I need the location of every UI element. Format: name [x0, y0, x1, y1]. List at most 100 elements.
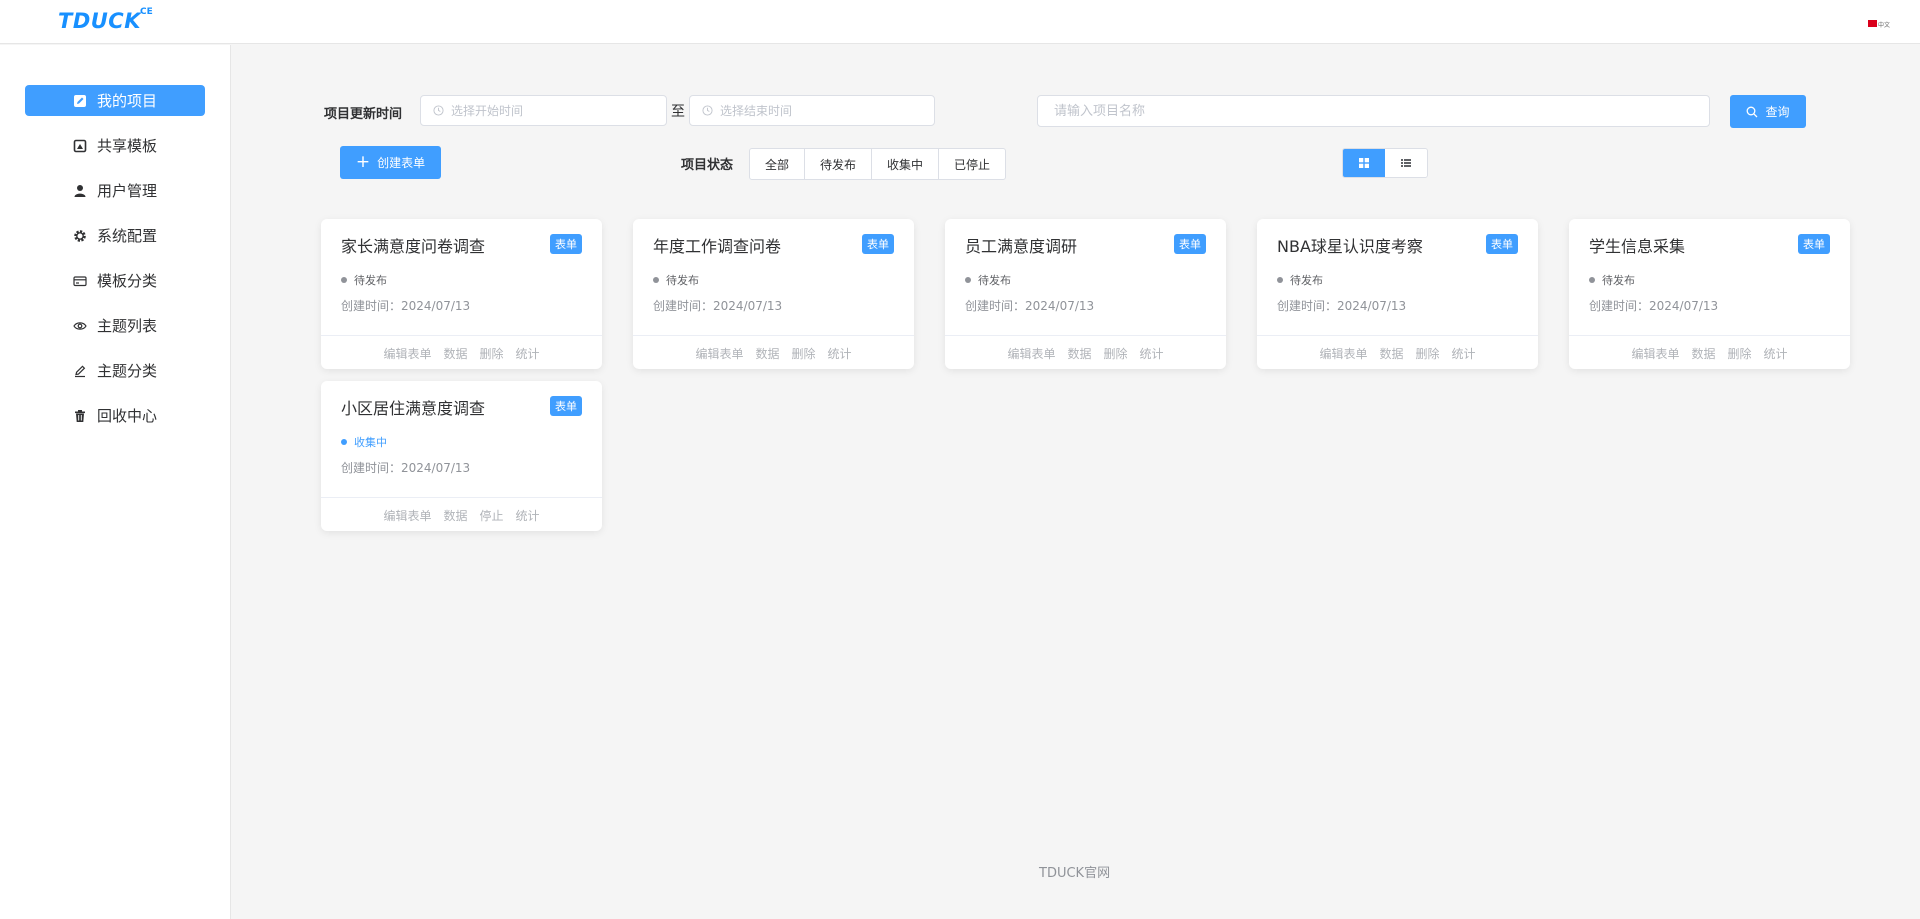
- card-divider: [1257, 335, 1538, 336]
- list-icon: [1401, 159, 1411, 167]
- sidebar-item-user-management[interactable]: 用户管理: [25, 175, 205, 206]
- query-button[interactable]: 查询: [1730, 95, 1806, 128]
- status-filter-pending[interactable]: 待发布: [805, 149, 872, 179]
- card-title[interactable]: 小区居住满意度调查: [341, 395, 485, 419]
- card-title[interactable]: 家长满意度问卷调查: [341, 233, 485, 257]
- edit-form-action[interactable]: 编辑表单: [383, 507, 431, 524]
- pen-icon: [73, 363, 88, 378]
- stop-action[interactable]: 停止: [480, 507, 504, 524]
- card-status: 收集中: [341, 434, 387, 450]
- sidebar-item-label: 主题分类: [96, 362, 157, 380]
- card-actions: 编辑表单 数据 删除 统计: [1257, 345, 1538, 362]
- data-action[interactable]: 数据: [1067, 345, 1091, 362]
- card-status: 待发布: [1277, 272, 1323, 288]
- project-card[interactable]: 小区居住满意度调查 表单 收集中 创建时间：2024/07/13 编辑表单 数据…: [321, 381, 602, 531]
- edit-icon: [73, 93, 88, 108]
- edit-form-action[interactable]: 编辑表单: [695, 345, 743, 362]
- card-created-date: 创建时间：2024/07/13: [1589, 299, 1719, 313]
- card-status-text: 待发布: [978, 274, 1011, 287]
- project-name-search-input[interactable]: [1037, 95, 1710, 127]
- card-status-text: 待发布: [354, 274, 387, 287]
- language-switch[interactable]: 中文: [1878, 20, 1890, 29]
- sidebar-item-theme-category[interactable]: 主题分类: [25, 355, 205, 386]
- status-dot-icon: [965, 277, 971, 283]
- card-title[interactable]: 年度工作调查问卷: [653, 233, 781, 257]
- status-filter-collecting[interactable]: 收集中: [872, 149, 939, 179]
- form-tag: 表单: [550, 234, 582, 254]
- query-button-label: 查询: [1765, 105, 1790, 119]
- sidebar-item-label: 系统配置: [96, 227, 157, 245]
- language-flag-icon[interactable]: [1868, 20, 1877, 27]
- clock-icon: [702, 105, 713, 116]
- card-created-date: 创建时间：2024/07/13: [653, 299, 783, 313]
- card-title[interactable]: 员工满意度调研: [965, 233, 1077, 257]
- grid-view-button[interactable]: [1343, 149, 1385, 177]
- template-icon: [73, 138, 88, 153]
- sidebar-item-template-category[interactable]: 模板分类: [25, 265, 205, 296]
- delete-action[interactable]: 删除: [792, 345, 816, 362]
- card-divider: [633, 335, 914, 336]
- statistics-action[interactable]: 统计: [1452, 345, 1476, 362]
- statistics-action[interactable]: 统计: [1140, 345, 1164, 362]
- start-date-input[interactable]: 选择开始时间: [420, 95, 667, 126]
- sidebar-item-theme-list[interactable]: 主题列表: [25, 310, 205, 341]
- sidebar-item-label: 模板分类: [96, 272, 157, 290]
- project-card[interactable]: 家长满意度问卷调查 表单 待发布 创建时间：2024/07/13 编辑表单 数据…: [321, 219, 602, 369]
- statistics-action[interactable]: 统计: [516, 345, 540, 362]
- delete-action[interactable]: 删除: [1728, 345, 1752, 362]
- data-action[interactable]: 数据: [755, 345, 779, 362]
- statistics-action[interactable]: 统计: [1764, 345, 1788, 362]
- data-action[interactable]: 数据: [1379, 345, 1403, 362]
- card-title[interactable]: NBA球星认识度考察: [1277, 233, 1423, 257]
- card-divider: [1569, 335, 1850, 336]
- sidebar-item-recycle-center[interactable]: 回收中心: [25, 400, 205, 431]
- footer-link[interactable]: TDUCK官网: [1039, 862, 1110, 881]
- logo-edition: CE: [140, 7, 153, 17]
- edit-form-action[interactable]: 编辑表单: [1631, 345, 1679, 362]
- sidebar-item-label: 主题列表: [96, 317, 157, 335]
- status-filter-all[interactable]: 全部: [750, 149, 805, 179]
- card-title[interactable]: 学生信息采集: [1589, 233, 1685, 257]
- project-card[interactable]: 员工满意度调研 表单 待发布 创建时间：2024/07/13 编辑表单 数据 删…: [945, 219, 1226, 369]
- data-action[interactable]: 数据: [1691, 345, 1715, 362]
- card-actions: 编辑表单 数据 停止 统计: [321, 507, 602, 524]
- project-card[interactable]: NBA球星认识度考察 表单 待发布 创建时间：2024/07/13 编辑表单 数…: [1257, 219, 1538, 369]
- user-icon: [73, 183, 88, 198]
- card-status-text: 待发布: [1602, 274, 1635, 287]
- form-tag: 表单: [862, 234, 894, 254]
- card-actions: 编辑表单 数据 删除 统计: [1569, 345, 1850, 362]
- top-header: TDUCK CE 中文: [0, 0, 1920, 44]
- end-date-input[interactable]: 选择结束时间: [689, 95, 935, 126]
- project-card[interactable]: 年度工作调查问卷 表单 待发布 创建时间：2024/07/13 编辑表单 数据 …: [633, 219, 914, 369]
- card-icon: [73, 273, 88, 288]
- sidebar: 我的项目 共享模板 用户管理 系统配置 模板分类 主题列表 主题分类 回收中心: [0, 45, 231, 919]
- card-status: 待发布: [1589, 272, 1635, 288]
- card-status: 待发布: [341, 272, 387, 288]
- card-status-text: 待发布: [1290, 274, 1323, 287]
- delete-action[interactable]: 删除: [1416, 345, 1440, 362]
- statistics-action[interactable]: 统计: [828, 345, 852, 362]
- data-action[interactable]: 数据: [443, 507, 467, 524]
- status-dot-icon: [1277, 277, 1283, 283]
- sidebar-item-shared-templates[interactable]: 共享模板: [25, 130, 205, 161]
- data-action[interactable]: 数据: [443, 345, 467, 362]
- sidebar-item-my-projects[interactable]: 我的项目: [25, 85, 205, 116]
- create-form-label: 创建表单: [377, 156, 426, 170]
- edit-form-action[interactable]: 编辑表单: [1007, 345, 1055, 362]
- status-dot-icon: [653, 277, 659, 283]
- edit-form-action[interactable]: 编辑表单: [1319, 345, 1367, 362]
- start-date-placeholder: 选择开始时间: [451, 104, 524, 118]
- status-filter-stopped[interactable]: 已停止: [939, 149, 1005, 179]
- delete-action[interactable]: 删除: [1104, 345, 1128, 362]
- sidebar-item-system-config[interactable]: 系统配置: [25, 220, 205, 251]
- delete-action[interactable]: 删除: [480, 345, 504, 362]
- grid-icon: [1359, 158, 1369, 168]
- edit-form-action[interactable]: 编辑表单: [383, 345, 431, 362]
- create-form-button[interactable]: + 创建表单: [340, 146, 441, 179]
- project-card[interactable]: 学生信息采集 表单 待发布 创建时间：2024/07/13 编辑表单 数据 删除…: [1569, 219, 1850, 369]
- sidebar-item-label: 回收中心: [96, 407, 157, 425]
- statistics-action[interactable]: 统计: [516, 507, 540, 524]
- list-view-button[interactable]: [1385, 149, 1427, 177]
- logo[interactable]: TDUCK: [58, 9, 141, 33]
- card-actions: 编辑表单 数据 删除 统计: [633, 345, 914, 362]
